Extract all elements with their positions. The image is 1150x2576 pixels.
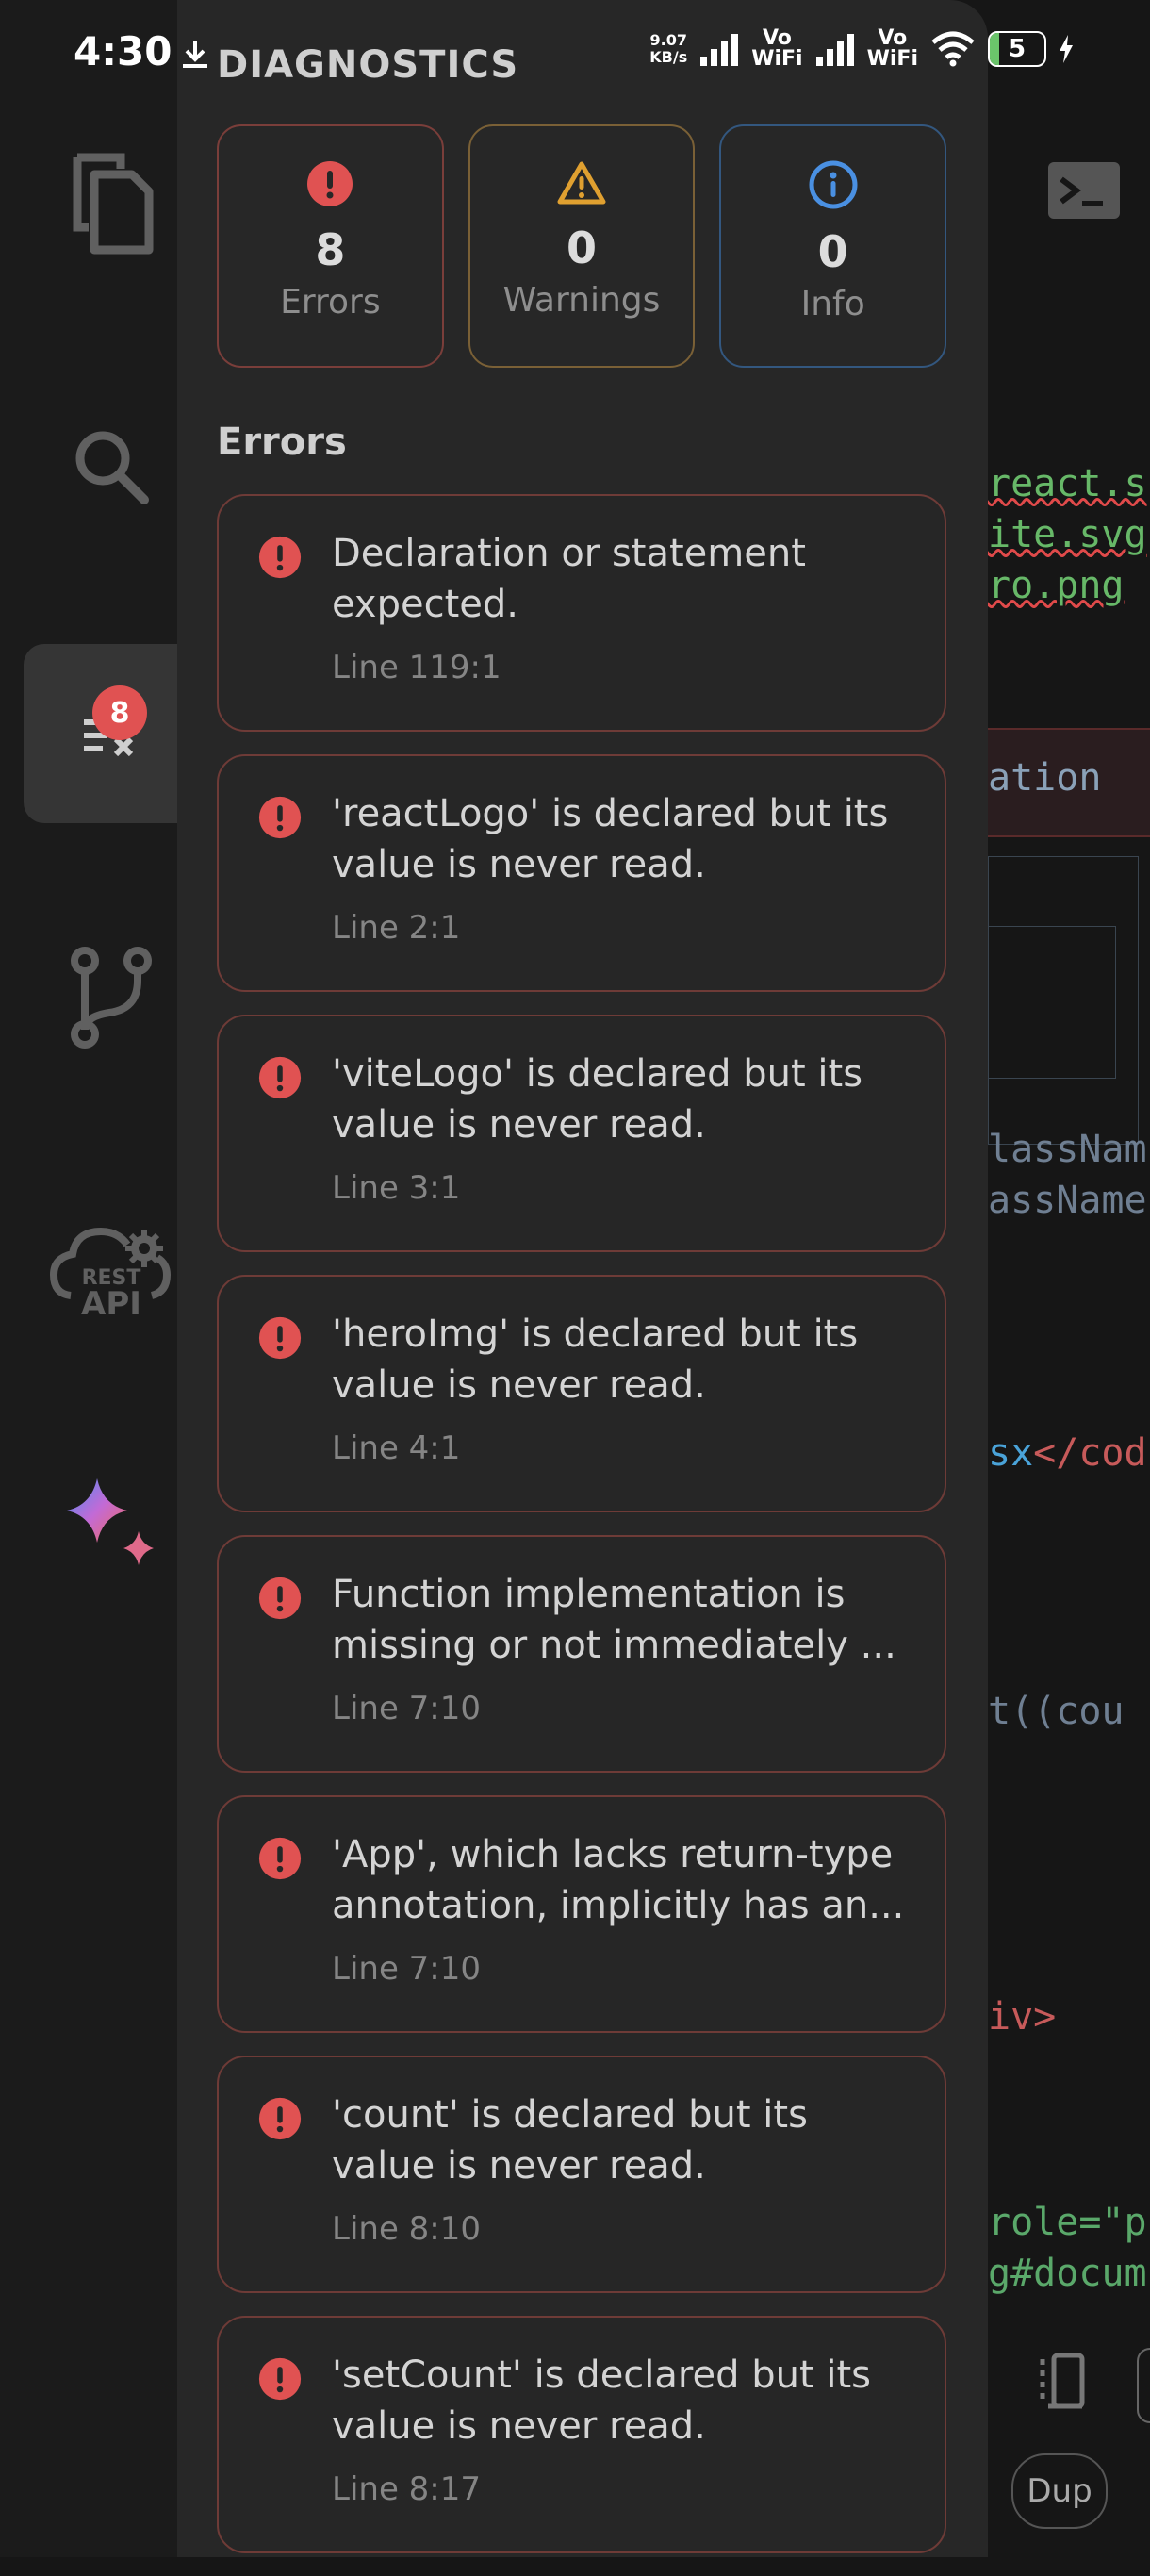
- error-item[interactable]: 'heroImg' is declared but its value is n…: [217, 1275, 946, 1512]
- diagnostics-badge: 8: [92, 685, 147, 740]
- error-circle-icon: [258, 2357, 302, 2401]
- signal-icon: [700, 34, 739, 66]
- error-item[interactable]: Declaration or statement expected. Line …: [217, 494, 946, 732]
- hover-panel-inner: [988, 926, 1116, 1079]
- code-line: sx</cod: [988, 1431, 1147, 1475]
- errors-summary-card[interactable]: 8 Errors: [217, 124, 444, 368]
- code-line: react.s: [988, 462, 1147, 505]
- error-item[interactable]: 'viteLogo' is declared but its value is …: [217, 1015, 946, 1252]
- error-circle-icon: [258, 536, 302, 579]
- code-line: lassNam: [988, 1128, 1147, 1171]
- error-location: Line 8:10: [332, 2210, 482, 2248]
- api-label: API: [81, 1285, 141, 1320]
- battery-icon: 5: [988, 31, 1046, 67]
- error-location: Line 8:17: [332, 2470, 482, 2508]
- code-line: ation: [988, 756, 1102, 800]
- code-line: ite.svg: [988, 513, 1147, 556]
- code-line: iv>: [988, 1995, 1057, 2039]
- search-icon[interactable]: [24, 377, 199, 556]
- error-item[interactable]: 'App', which lacks return-type annotatio…: [217, 1795, 946, 2033]
- error-circle-icon: [258, 1056, 302, 1099]
- error-message: Declaration or statement expected.: [332, 532, 806, 626]
- code-line: ro.png: [988, 564, 1125, 607]
- error-message: 'setCount' is declared but its value is …: [332, 2353, 871, 2448]
- git-branch-icon[interactable]: [24, 908, 199, 1087]
- error-circle-icon: [258, 796, 302, 839]
- diagnostics-drawer: DIAGNOSTICS 8 Errors 0 Warnings 0 Info E…: [177, 0, 988, 2557]
- error-circle-icon: [258, 1316, 302, 1360]
- error-circle-icon: [307, 161, 353, 206]
- editor-action-button[interactable]: [1137, 2348, 1150, 2423]
- info-label: Info: [800, 285, 865, 323]
- error-circle-icon: [258, 1577, 302, 1620]
- files-icon[interactable]: [24, 113, 199, 292]
- error-item[interactable]: 'count' is declared but its value is nev…: [217, 2056, 946, 2293]
- error-message: 'reactLogo' is declared but its value is…: [332, 792, 889, 886]
- error-location: Line 7:10: [332, 1950, 482, 1988]
- terminal-icon[interactable]: [1046, 160, 1122, 224]
- error-circle-icon: [258, 2097, 302, 2140]
- signal-icon: [815, 34, 854, 66]
- error-location: Line 3:1: [332, 1169, 461, 1207]
- error-item[interactable]: 'setCount' is declared but its value is …: [217, 2316, 946, 2553]
- code-line: assName: [988, 1179, 1147, 1222]
- error-message: 'count' is declared but its value is nev…: [332, 2093, 808, 2188]
- warnings-count: 0: [567, 223, 598, 273]
- errors-count: 8: [315, 224, 346, 275]
- wifi-icon: [931, 31, 975, 67]
- info-count: 0: [817, 226, 848, 277]
- error-item[interactable]: 'reactLogo' is declared but its value is…: [217, 754, 946, 992]
- warnings-label: Warnings: [502, 281, 661, 320]
- error-message: Function implementation is missing or no…: [332, 1573, 896, 1667]
- error-location: Line 2:1: [332, 909, 461, 947]
- error-location: Line 4:1: [332, 1429, 461, 1467]
- status-icons: 9.07 KB/s Vo WiFi Vo WiFi 5: [649, 28, 1075, 70]
- net-speed: 9.07 KB/s: [649, 31, 688, 66]
- diagnostics-summary: 8 Errors 0 Warnings 0 Info: [217, 124, 947, 368]
- errors-label: Errors: [280, 283, 381, 322]
- code-line: t((cou: [988, 1690, 1125, 1733]
- drawer-title: DIAGNOSTICS: [217, 43, 519, 87]
- errors-section-title: Errors: [217, 421, 347, 464]
- dup-button[interactable]: Dup: [1011, 2453, 1108, 2529]
- error-message: 'heroImg' is declared but its value is n…: [332, 1313, 859, 1407]
- ai-sparkle-icon[interactable]: [24, 1433, 199, 1612]
- download-icon: [179, 38, 211, 75]
- warnings-summary-card[interactable]: 0 Warnings: [468, 124, 696, 368]
- clipboard-icon[interactable]: [1035, 2346, 1095, 2418]
- info-circle-icon: [809, 160, 858, 209]
- vowifi-badge: Vo WiFi: [866, 26, 918, 71]
- error-item[interactable]: Function implementation is missing or no…: [217, 1535, 946, 1773]
- rest-api-icon[interactable]: REST API: [24, 1179, 199, 1358]
- charging-icon: [1060, 35, 1073, 63]
- error-message: 'viteLogo' is declared but its value is …: [332, 1052, 863, 1147]
- code-editor-background: react.s ite.svg ro.png ation lassNam ass…: [988, 0, 1150, 2557]
- code-line: role="p: [988, 2201, 1147, 2244]
- error-circle-icon: [258, 1837, 302, 1880]
- info-summary-card[interactable]: 0 Info: [719, 124, 947, 368]
- error-location: Line 7:10: [332, 1690, 482, 1727]
- warning-triangle-icon: [557, 161, 606, 205]
- error-message: 'App', which lacks return-type annotatio…: [332, 1833, 905, 1927]
- error-location: Line 119:1: [332, 649, 501, 686]
- errors-list: Declaration or statement expected. Line …: [217, 494, 946, 2576]
- status-time: 4:30: [74, 28, 172, 74]
- activity-rail: 8 REST API: [0, 0, 199, 2557]
- vowifi-badge: Vo WiFi: [751, 26, 803, 71]
- code-line: g#docum: [988, 2252, 1147, 2295]
